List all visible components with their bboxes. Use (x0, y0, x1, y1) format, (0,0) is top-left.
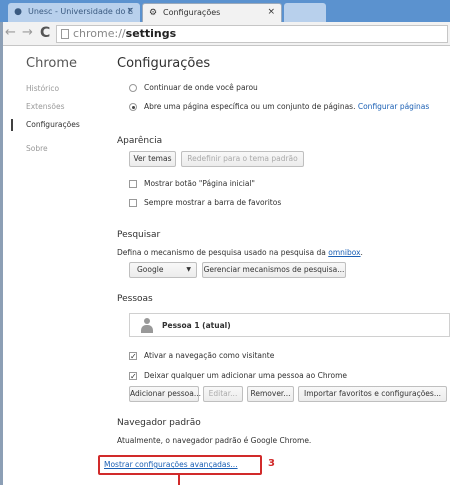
url-scheme: chrome:// (73, 27, 126, 40)
add-person-label: Deixar qualquer um adicionar uma pessoa … (144, 371, 348, 380)
edit-person-button[interactable]: Editar... (203, 386, 243, 402)
step-number-label: 3 (268, 458, 275, 469)
configure-pages-link[interactable]: Configurar páginas (358, 102, 429, 111)
search-desc-period: . (360, 248, 363, 257)
appearance-heading: Aparência (117, 136, 163, 146)
startup-pages-row: Abre uma página específica ou um conjunt… (144, 102, 429, 111)
reload-icon[interactable]: C (40, 26, 50, 40)
bookmarks-bar-label: Sempre mostrar a barra de favoritos (144, 198, 282, 207)
reset-theme-button[interactable]: Redefinir para o tema padrão (181, 151, 304, 167)
omnibox-link[interactable]: omnibox (328, 248, 360, 257)
search-engine-select[interactable]: Google ▼ (129, 262, 197, 278)
startup-pages-label: Abre uma página específica ou um conjunt… (144, 102, 356, 111)
home-button-label: Mostrar botão "Página inicial" (144, 179, 255, 188)
forward-arrow-icon[interactable]: → (22, 26, 33, 40)
guest-mode-checkbox[interactable]: ✓ (129, 352, 137, 361)
bookmarks-bar-checkbox[interactable] (129, 199, 137, 207)
tab-strip: ● Unesc - Universidade do E × ⚙ Configur… (0, 0, 450, 22)
avatar-icon (140, 317, 154, 334)
home-button-checkbox[interactable] (129, 180, 137, 188)
window-frame (0, 22, 3, 485)
remove-person-button[interactable]: Remover... (247, 386, 294, 402)
sidebar: Chrome Histórico Extensões Configurações… (11, 56, 106, 161)
favicon-icon: ● (14, 7, 22, 17)
advanced-settings-highlight: Mostrar configurações avançadas... (98, 455, 262, 475)
sidebar-item-about[interactable]: Sobre (26, 143, 106, 161)
sidebar-item-settings[interactable]: Configurações (11, 119, 106, 137)
tab-unesc[interactable]: ● Unesc - Universidade do E × (8, 3, 140, 22)
tab-title: Configurações (163, 8, 221, 17)
default-browser-description: Atualmente, o navegador padrão é Google … (117, 436, 312, 445)
guest-mode-label: Ativar a navegação como visitante (144, 351, 275, 360)
manage-search-engines-button[interactable]: Gerenciar mecanismos de pesquisa... (202, 262, 346, 278)
profile-list-item[interactable]: Pessoa 1 (atual) (129, 313, 450, 337)
search-description: Defina o mecanismo de pesquisa usado na … (117, 248, 363, 257)
startup-pages-radio[interactable] (129, 103, 137, 111)
add-person-button[interactable]: Adicionar pessoa... (129, 386, 201, 402)
profile-name: Pessoa 1 (atual) (162, 321, 231, 330)
sidebar-title: Chrome (26, 56, 77, 71)
sidebar-item-history[interactable]: Histórico (26, 83, 106, 101)
tab-title: Unesc - Universidade do E (28, 7, 133, 16)
pointer-arrow (178, 475, 180, 485)
search-engine-value: Google (137, 265, 164, 274)
browser-toolbar: ← → C chrome://settings (0, 22, 450, 46)
default-browser-heading: Navegador padrão (117, 418, 201, 428)
add-person-checkbox[interactable]: ✓ (129, 372, 137, 381)
startup-continue-label: Continuar de onde você parou (144, 83, 258, 92)
dropdown-caret-icon: ▼ (186, 266, 191, 273)
import-bookmarks-button[interactable]: Importar favoritos e configurações... (298, 386, 447, 402)
people-heading: Pessoas (117, 294, 153, 304)
search-desc-text: Defina o mecanismo de pesquisa usado na … (117, 248, 326, 257)
back-arrow-icon[interactable]: ← (5, 26, 16, 40)
new-tab-button[interactable] (284, 3, 326, 22)
sidebar-item-extensions[interactable]: Extensões (26, 101, 106, 119)
startup-continue-radio[interactable] (129, 84, 137, 92)
view-themes-button[interactable]: Ver temas (129, 151, 176, 167)
tab-settings[interactable]: ⚙ Configurações × (142, 3, 282, 22)
gear-icon: ⚙ (148, 8, 158, 18)
close-tab-icon[interactable]: × (267, 4, 275, 21)
address-bar[interactable]: chrome://settings (56, 25, 448, 43)
url-host: settings (125, 27, 177, 40)
close-tab-icon[interactable]: × (126, 3, 134, 20)
page-icon (61, 29, 69, 39)
search-heading: Pesquisar (117, 230, 161, 240)
page-title: Configurações (117, 56, 211, 71)
show-advanced-settings-link[interactable]: Mostrar configurações avançadas... (104, 460, 238, 469)
